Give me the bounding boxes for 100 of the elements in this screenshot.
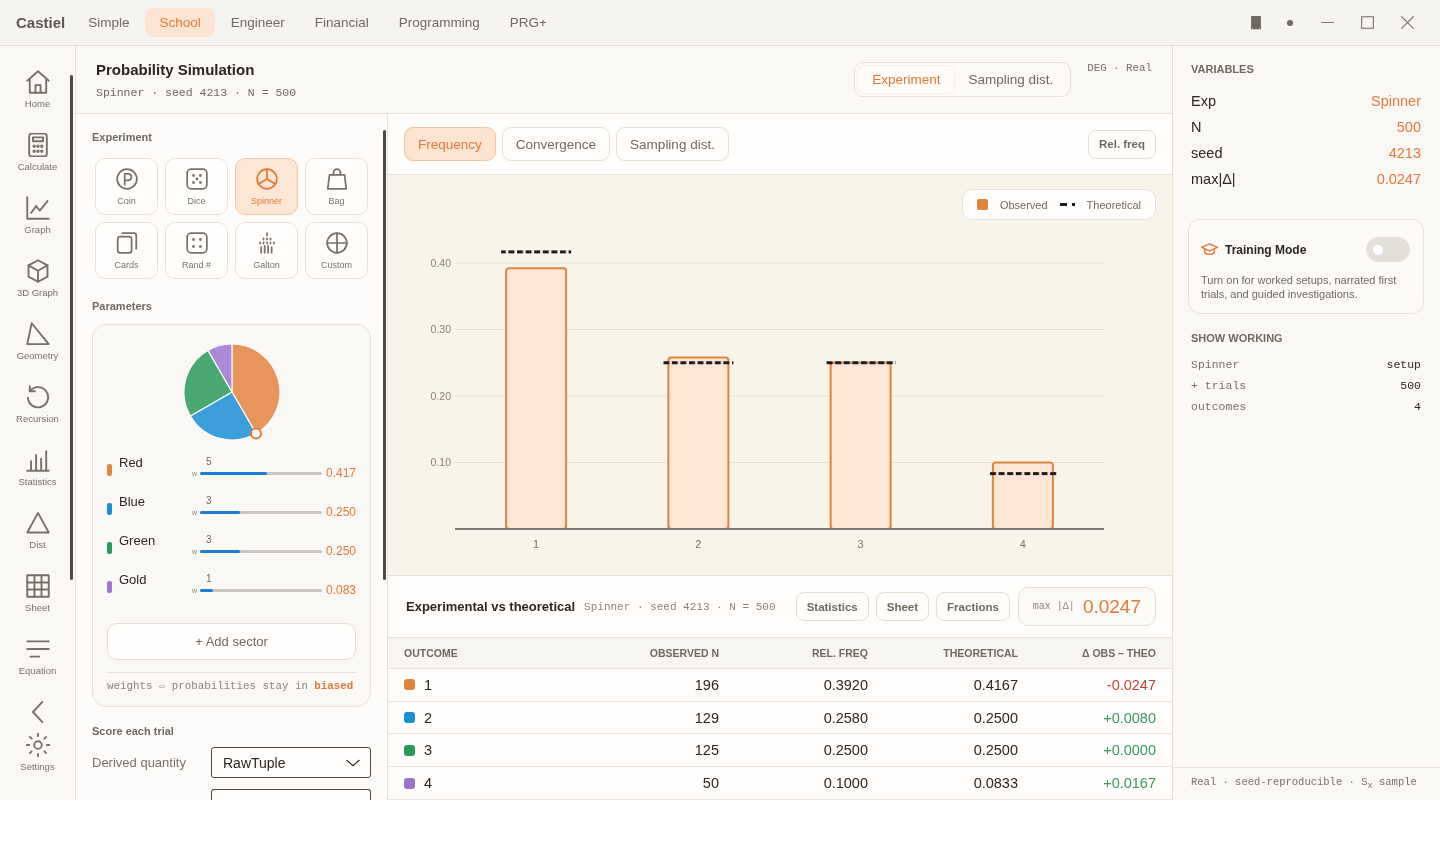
weight-value: 1 xyxy=(206,573,212,584)
action-button[interactable]: Statistics xyxy=(795,592,869,621)
view-tab[interactable]: Experiment xyxy=(858,66,955,93)
probability-value: 0.250 xyxy=(325,506,356,519)
variable-name: max|Δ| xyxy=(1191,171,1236,187)
y-tick-label: 0.10 xyxy=(430,456,451,468)
footnote: weights ⇔ probabilities stay in biased xyxy=(107,679,355,693)
experiment-tile[interactable]: Spinner xyxy=(235,158,298,215)
nav-item[interactable]: Sheet xyxy=(4,572,71,635)
weight-value: 3 xyxy=(206,495,212,506)
scrollbar-thumb[interactable] xyxy=(383,130,386,580)
weight-slider[interactable] xyxy=(200,589,322,592)
view-tab[interactable]: Sampling dist. xyxy=(954,66,1068,93)
chart-tab[interactable]: Sampling dist. xyxy=(616,127,729,161)
home-icon xyxy=(25,70,50,94)
column-header: OBSERVED N xyxy=(649,646,719,659)
experiment-tile[interactable]: Custom xyxy=(305,222,368,279)
experiment-tile[interactable]: Bag xyxy=(305,158,368,215)
mode-tab[interactable]: Programming xyxy=(384,8,494,37)
triangle-icon xyxy=(25,511,50,535)
nav-item[interactable]: Statistics xyxy=(4,446,71,509)
drag-handle[interactable] xyxy=(249,427,262,440)
table-cell: 0.3920 xyxy=(823,676,868,693)
variable-value: Spinner xyxy=(1371,93,1421,109)
theoretical-marker xyxy=(663,361,734,365)
status-footer: Real · seed-reproducible · S$_{x}$ sample xyxy=(1191,776,1417,792)
probability-value: 0.417 xyxy=(325,467,356,480)
x-tick-label: 2 xyxy=(695,538,702,550)
experiment-tile[interactable]: Cards xyxy=(95,222,158,279)
sector-name: Red xyxy=(119,454,143,471)
legend-label: Theoretical xyxy=(1086,198,1141,211)
coin-icon xyxy=(115,168,138,190)
section-heading: VARIABLES xyxy=(1191,63,1255,75)
cube-icon xyxy=(25,259,50,283)
weight-value: 5 xyxy=(206,456,212,467)
section-label: Experiment xyxy=(92,130,153,144)
nav-item[interactable]: Recursion xyxy=(4,383,71,446)
nav-item[interactable]: 3D Graph xyxy=(4,257,71,320)
section-title: Experimental vs theoretical xyxy=(406,599,576,614)
section-heading: SHOW WORKING xyxy=(1191,332,1284,344)
theoretical-marker xyxy=(825,361,896,365)
column-header: THEORETICAL xyxy=(943,646,1018,659)
dropdown-field[interactable] xyxy=(211,789,371,800)
table-cell: 4 xyxy=(424,775,433,792)
graduation-cap-icon xyxy=(1201,241,1218,258)
scrollbar-thumb[interactable] xyxy=(70,75,73,580)
section-label: Score each trial xyxy=(92,724,175,738)
mode-tab[interactable]: Financial xyxy=(300,8,383,37)
table-cell: 0.2500 xyxy=(973,742,1018,759)
experiment-tile[interactable]: Galton xyxy=(235,222,298,279)
nav-item[interactable]: Home xyxy=(4,68,71,131)
nav-item[interactable]: Graph xyxy=(4,194,71,257)
experiment-tile[interactable]: Dice xyxy=(165,158,228,215)
settings-icon xyxy=(25,733,50,757)
x-tick-label: 3 xyxy=(857,538,864,550)
table-cell: 3 xyxy=(424,742,433,759)
table-cell: 0.2500 xyxy=(823,742,868,759)
weight-slider[interactable] xyxy=(200,472,322,475)
stat-value: 0.0247 xyxy=(1082,595,1141,618)
nav-item[interactable]: Calculate xyxy=(4,131,71,194)
mode-tab[interactable]: PRG+ xyxy=(495,8,561,37)
dice-icon xyxy=(185,232,208,254)
grid-icon xyxy=(25,574,50,598)
probability-value: 0.250 xyxy=(325,545,356,558)
table-cell: 0.4167 xyxy=(973,676,1018,693)
working-value: 500 xyxy=(1400,379,1421,392)
circular-arrow-icon xyxy=(25,385,50,409)
table-cell: 0.2500 xyxy=(973,709,1018,726)
nav-item[interactable]: Dist xyxy=(4,509,71,572)
add-sector-button[interactable]: + Add sector xyxy=(107,623,356,660)
sector-name: Gold xyxy=(119,571,147,588)
circle-spokes-icon xyxy=(255,168,278,190)
working-label: + trials xyxy=(1191,379,1247,392)
mode-tab[interactable]: Engineer xyxy=(216,8,299,37)
nav-item[interactable]: Geometry xyxy=(4,320,71,383)
weight-slider[interactable] xyxy=(200,511,322,514)
table-cell: +0.0167 xyxy=(1103,775,1156,792)
experiment-tile[interactable]: Coin xyxy=(95,158,158,215)
close-icon xyxy=(1400,16,1414,29)
cards-icon xyxy=(115,232,138,254)
dropdown-field[interactable]: RawTuple xyxy=(211,747,371,778)
training-toggle[interactable] xyxy=(1366,237,1410,262)
mode-tab[interactable]: Simple xyxy=(74,8,144,37)
action-button[interactable]: Fractions xyxy=(936,592,1010,621)
lines-icon xyxy=(25,637,50,661)
chart-tab[interactable]: Convergence xyxy=(501,127,611,161)
scale-button[interactable]: Rel. freq xyxy=(1088,129,1156,159)
y-tick-label: 0.20 xyxy=(430,389,451,402)
nav-item[interactable]: Equation xyxy=(4,635,71,698)
weight-slider[interactable] xyxy=(200,550,322,553)
card-title: Training Mode xyxy=(1225,242,1307,257)
probability-value: 0.083 xyxy=(325,584,356,597)
table-cell: 0.0833 xyxy=(973,775,1018,792)
page-title: Probability Simulation xyxy=(96,61,256,79)
experiment-tile[interactable]: Rand # xyxy=(165,222,228,279)
settings-button[interactable]: Settings xyxy=(4,731,71,773)
action-button[interactable]: Sheet xyxy=(875,592,930,621)
legend-label: Observed xyxy=(999,198,1048,211)
variable-value: 0.0247 xyxy=(1376,171,1421,187)
dice-icon xyxy=(185,168,208,190)
